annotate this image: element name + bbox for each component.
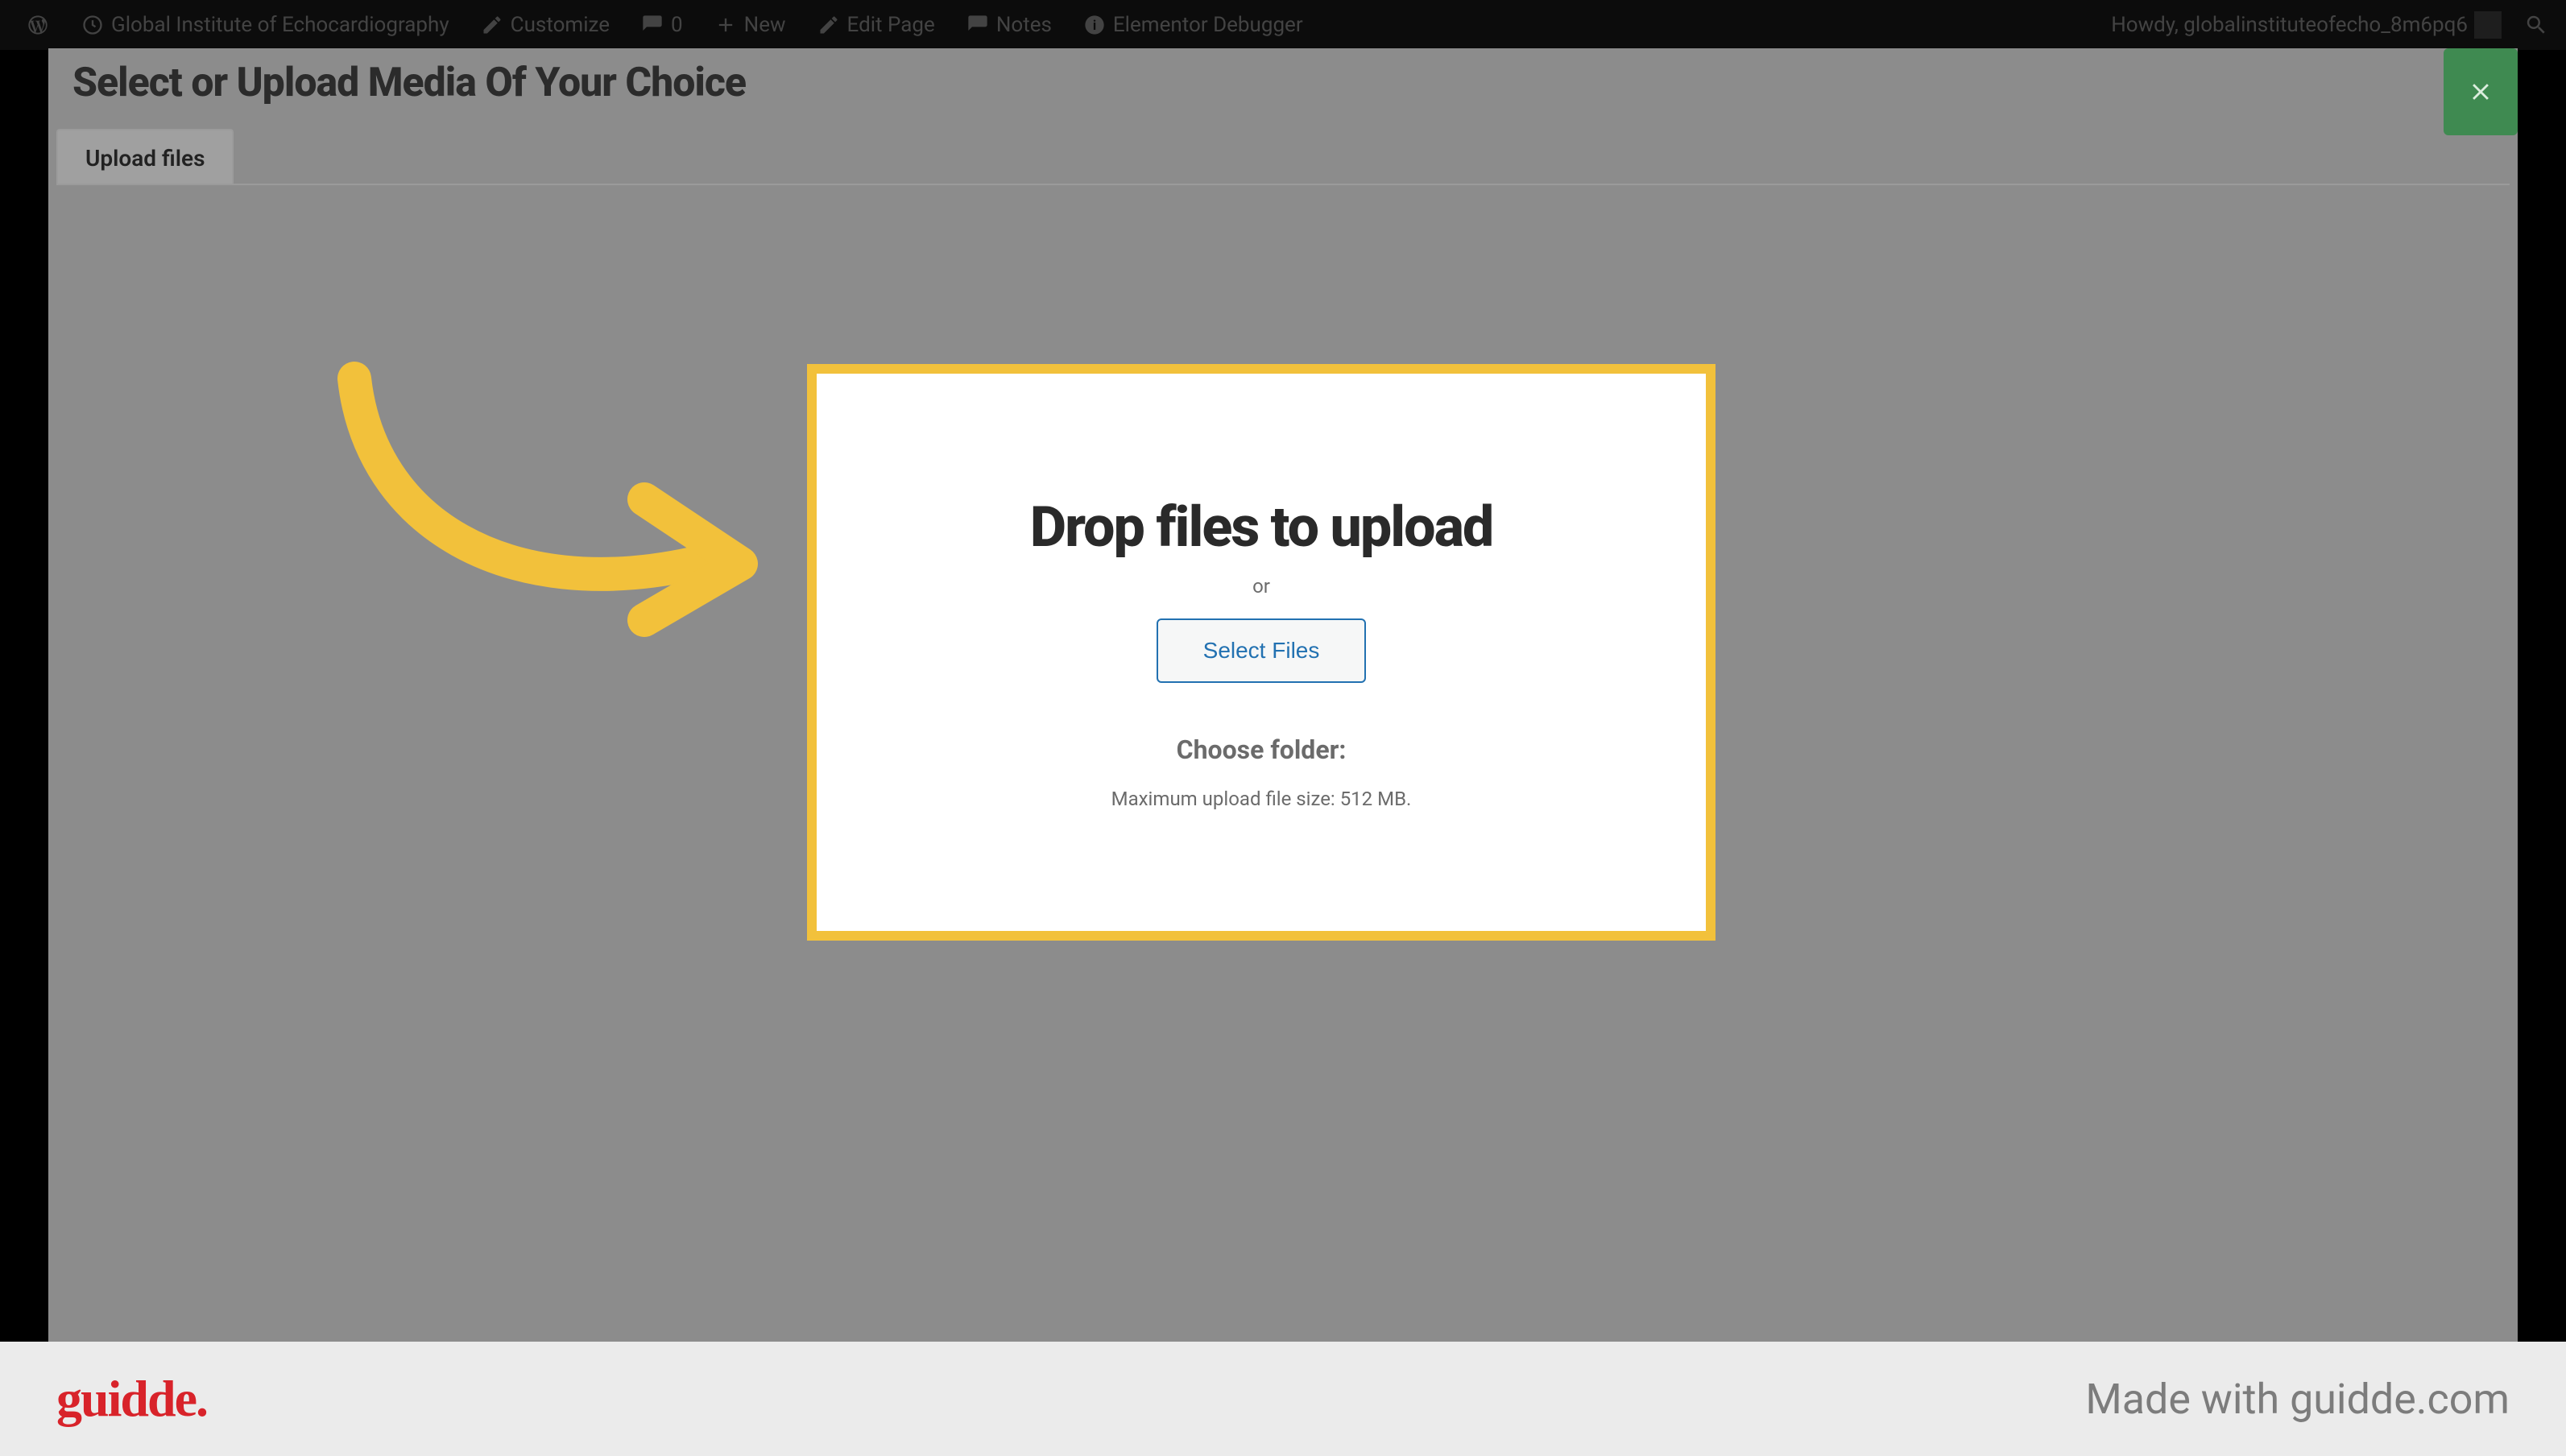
upload-dropzone[interactable]: Drop files to upload or Select Files Cho…	[807, 364, 1715, 941]
site-name-menu[interactable]: Global Institute of Echocardiography	[71, 13, 459, 37]
media-modal: Select or Upload Media Of Your Choice Up…	[48, 48, 2518, 1342]
select-files-button[interactable]: Select Files	[1157, 618, 1367, 683]
comment-icon	[640, 13, 664, 37]
customize-menu[interactable]: Customize	[470, 13, 619, 37]
customize-label: Customize	[511, 13, 610, 37]
admin-bar-right: Howdy, globalinstituteofecho_8m6pq6	[2101, 11, 2550, 39]
notes-label: Notes	[996, 13, 1052, 37]
comments-count: 0	[671, 13, 683, 37]
wordpress-icon	[26, 13, 50, 37]
tab-upload-files[interactable]: Upload files	[56, 129, 234, 184]
admin-bar-left: Global Institute of Echocardiography Cus…	[16, 13, 1313, 37]
search-icon[interactable]	[2523, 11, 2550, 39]
guidde-footer: guidde. Made with guidde.com	[0, 1342, 2566, 1456]
guidde-credit: Made with guidde.com	[2085, 1375, 2510, 1424]
max-upload-size: Maximum upload file size: 512 MB.	[1111, 788, 1412, 810]
notes-menu[interactable]: Notes	[956, 13, 1062, 37]
comment-icon	[966, 13, 990, 37]
guidde-logo: guidde.	[56, 1369, 207, 1429]
annotation-arrow	[306, 346, 789, 668]
tabs-bar: Upload files	[56, 129, 2510, 185]
debugger-menu[interactable]: i Elementor Debugger	[1073, 13, 1313, 37]
howdy-text: Howdy, globalinstituteofecho_8m6pq6	[2111, 13, 2468, 37]
upload-inner: Drop files to upload or Select Files Cho…	[1030, 494, 1493, 810]
svg-text:i: i	[1093, 18, 1096, 33]
avatar	[2474, 11, 2502, 39]
pencil-icon	[480, 13, 504, 37]
user-greeting[interactable]: Howdy, globalinstituteofecho_8m6pq6	[2101, 11, 2511, 39]
modal-title: Select or Upload Media Of Your Choice	[72, 60, 746, 106]
close-icon	[2467, 78, 2494, 105]
choose-folder-label: Choose folder:	[1177, 734, 1347, 765]
drop-headline: Drop files to upload	[1030, 494, 1493, 560]
close-button[interactable]	[2444, 48, 2518, 135]
info-icon: i	[1082, 13, 1107, 37]
pencil-icon	[817, 13, 841, 37]
wp-logo-menu[interactable]	[16, 13, 60, 37]
plus-icon	[714, 13, 738, 37]
comments-menu[interactable]: 0	[631, 13, 693, 37]
edit-page-label: Edit Page	[847, 13, 935, 37]
dashboard-icon	[81, 13, 105, 37]
or-text: or	[1252, 575, 1270, 598]
new-content-label: New	[744, 13, 786, 37]
site-name-label: Global Institute of Echocardiography	[111, 13, 449, 37]
edit-page-menu[interactable]: Edit Page	[807, 13, 945, 37]
debugger-label: Elementor Debugger	[1113, 13, 1303, 37]
wp-admin-bar: Global Institute of Echocardiography Cus…	[0, 0, 2566, 50]
new-content-menu[interactable]: New	[704, 13, 796, 37]
